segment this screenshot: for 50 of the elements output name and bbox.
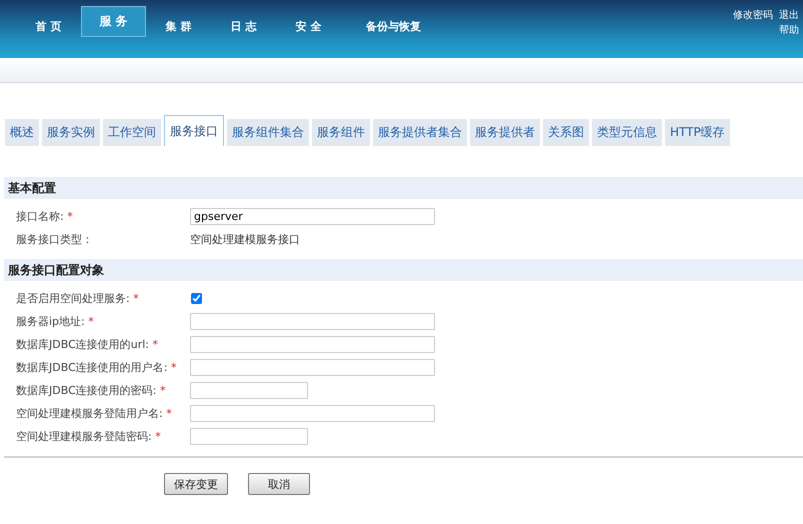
input-field[interactable]: [190, 336, 435, 353]
input-field[interactable]: [190, 313, 435, 330]
tab[interactable]: HTTP缓存: [665, 119, 730, 146]
tab[interactable]: 服务组件: [312, 119, 370, 146]
form-button[interactable]: 取消: [248, 473, 310, 495]
tab[interactable]: 服务实例: [42, 119, 100, 146]
required-mark: *: [152, 338, 158, 351]
checkbox[interactable]: [191, 293, 202, 304]
nav-item[interactable]: 安 全: [276, 6, 341, 37]
field-value: 空间处理建模服务接口: [190, 232, 300, 247]
required-mark: *: [133, 292, 139, 305]
tab[interactable]: 服务提供者: [470, 119, 540, 146]
nav-item[interactable]: 备份与恢复: [341, 6, 446, 37]
input-field[interactable]: [190, 428, 308, 445]
required-mark: *: [88, 315, 94, 328]
tab[interactable]: 服务提供者集合: [373, 119, 467, 146]
field-label: 空间处理建模服务登陆密码:: [16, 430, 152, 443]
nav-item[interactable]: 集 群: [146, 6, 211, 37]
required-mark: *: [170, 361, 176, 374]
header-link[interactable]: 退出: [779, 8, 799, 22]
field-label: 服务器ip地址:: [16, 315, 85, 328]
required-mark: *: [160, 384, 166, 397]
form-button[interactable]: 保存变更: [164, 473, 228, 495]
tab[interactable]: 服务组件集合: [227, 119, 309, 146]
field-label: 空间处理建模服务登陆用户名:: [16, 407, 163, 420]
field-label: 服务接口类型：: [16, 233, 93, 246]
nav-item[interactable]: 日 志: [211, 6, 276, 37]
tab[interactable]: 工作空间: [103, 119, 161, 146]
tab[interactable]: 关系图: [543, 119, 589, 146]
field-label: 是否启用空间处理服务:: [16, 292, 130, 305]
required-mark: *: [67, 210, 73, 223]
section-title: 服务接口配置对象: [8, 262, 104, 278]
required-mark: *: [166, 407, 172, 420]
input-field[interactable]: gpserver: [190, 208, 435, 225]
input-field[interactable]: [190, 359, 435, 376]
input-field[interactable]: [190, 382, 308, 399]
nav-item[interactable]: 首 页: [16, 6, 81, 37]
nav-item[interactable]: 服 务: [81, 6, 146, 37]
tab[interactable]: 类型元信息: [592, 119, 662, 146]
field-label: 数据库JDBC连接使用的url:: [16, 338, 150, 351]
field-label: 接口名称:: [16, 210, 64, 223]
tab[interactable]: 概述: [5, 119, 39, 146]
input-field[interactable]: [190, 405, 435, 422]
required-mark: *: [155, 430, 161, 443]
section-title: 基本配置: [8, 180, 56, 196]
tab[interactable]: 服务接口: [164, 115, 224, 146]
field-label: 数据库JDBC连接使用的密码:: [16, 384, 156, 397]
header-link[interactable]: 帮助: [779, 23, 799, 37]
header-link[interactable]: 修改密码: [733, 8, 773, 22]
field-label: 数据库JDBC连接使用的用户名:: [16, 361, 168, 374]
